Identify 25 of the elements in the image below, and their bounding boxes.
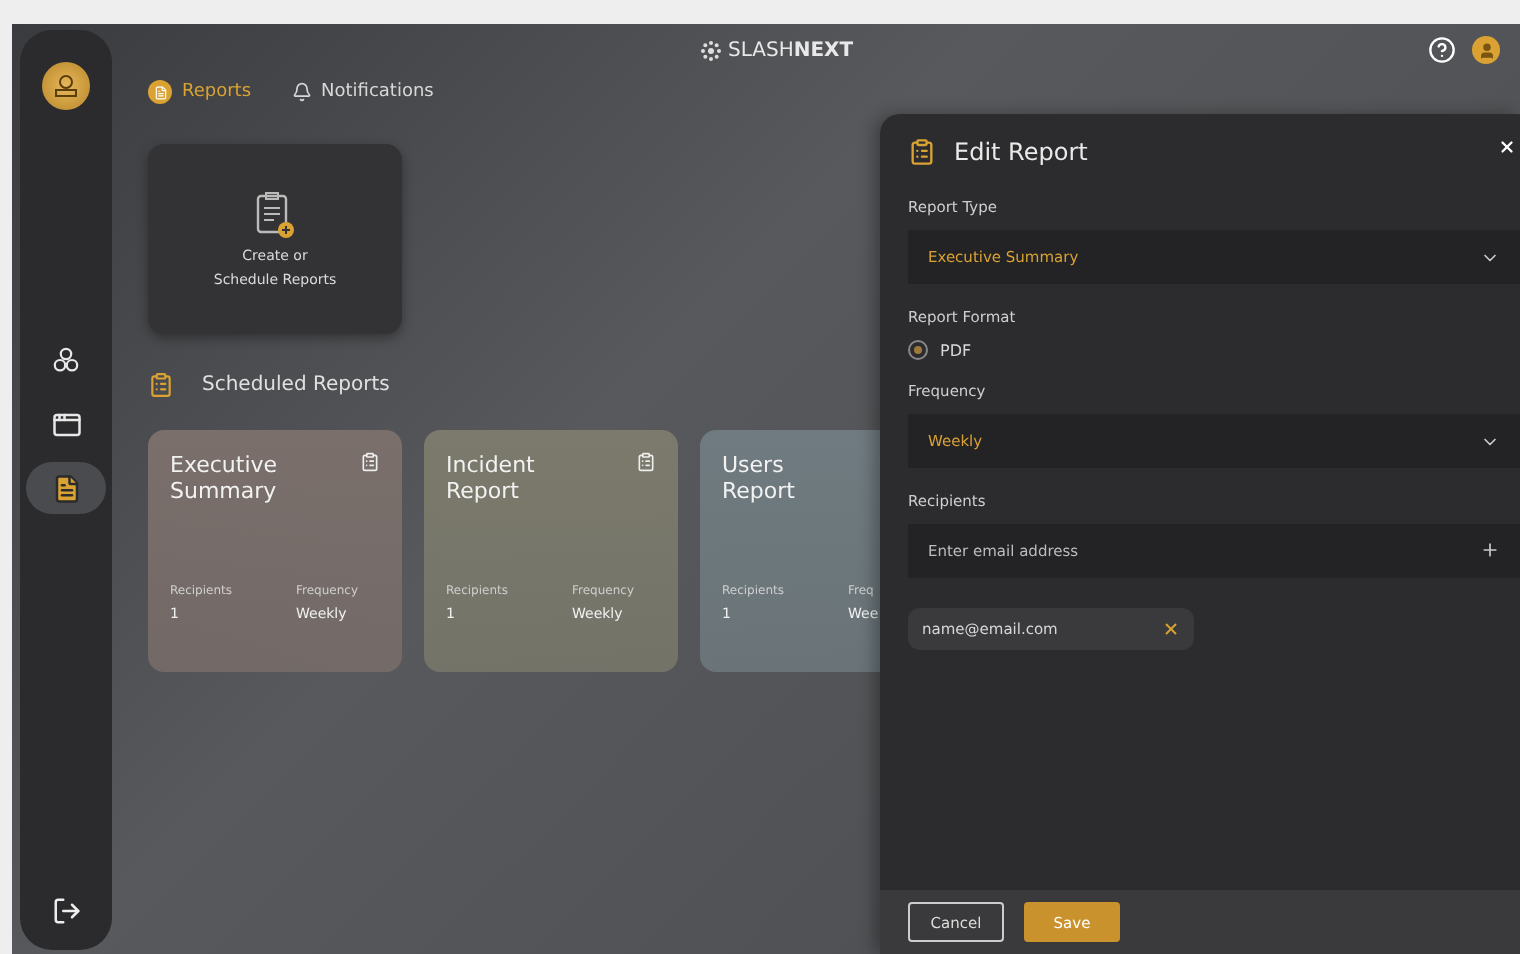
tab[interactable]: Reports — [148, 80, 252, 104]
format-radio[interactable]: PDF — [908, 340, 1520, 360]
document-icon — [148, 80, 172, 104]
brand-logo: SLASHNEXT — [700, 39, 854, 61]
user-avatar-icon[interactable] — [1472, 36, 1500, 64]
document-icon — [51, 473, 81, 503]
clipboard-icon — [908, 138, 936, 166]
section-title: Scheduled Reports — [202, 374, 390, 396]
help-icon[interactable] — [1428, 36, 1456, 64]
tab[interactable]: Notifications — [291, 82, 434, 102]
clipboard-add-icon — [253, 189, 297, 241]
network-icon — [52, 346, 80, 374]
browser-window-icon — [51, 409, 81, 439]
sidebar-item[interactable] — [26, 462, 106, 514]
bell-icon — [291, 82, 312, 102]
card-title: Users Report — [722, 452, 797, 504]
card-title: Incident Report — [446, 452, 537, 504]
logo-icon[interactable] — [42, 62, 90, 110]
remove-button[interactable] — [1162, 620, 1180, 638]
add-icon[interactable] — [1480, 540, 1500, 560]
close-button[interactable] — [1498, 138, 1516, 156]
panel-title: Edit Report — [954, 138, 1088, 166]
clipboard-icon — [148, 372, 174, 398]
card-title: Executive Summary — [170, 452, 280, 504]
logout-icon[interactable] — [51, 896, 81, 926]
